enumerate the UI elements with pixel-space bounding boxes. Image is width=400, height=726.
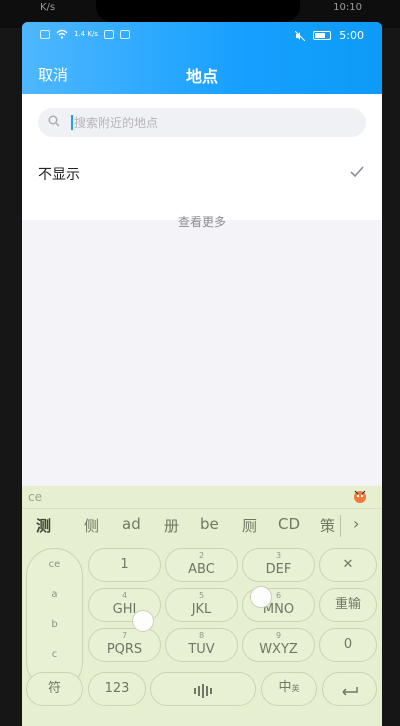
key-0[interactable]: 0 xyxy=(319,628,377,662)
voice-input-icon xyxy=(193,683,213,698)
location-option-hide[interactable]: 不显示 xyxy=(22,152,382,194)
notification-icon xyxy=(103,29,114,39)
symbol-key[interactable]: 符 xyxy=(26,672,83,706)
search-icon xyxy=(48,115,60,127)
key-1[interactable]: 1 xyxy=(88,548,161,582)
search-bar[interactable] xyxy=(38,108,366,137)
app-screen: 1.4 K/s 5:00 取消 地点 搜索附近的地点 不显示 查看更多 ce 测… xyxy=(22,22,382,726)
candidate-item[interactable]: 侧 xyxy=(84,515,99,536)
composition-text: ce xyxy=(28,490,42,504)
key-tuv[interactable]: 8 TUV xyxy=(165,628,238,662)
delete-key[interactable]: ✕ xyxy=(319,548,377,582)
candidate-item[interactable]: 厕 xyxy=(242,515,257,536)
status-bar: 1.4 K/s 5:00 xyxy=(22,26,382,46)
text-cursor xyxy=(71,115,73,130)
see-more-link[interactable]: 查看更多 xyxy=(22,213,382,230)
search-input[interactable] xyxy=(74,108,354,137)
key-pqrs[interactable]: 7 PQRS xyxy=(88,628,161,662)
candidate-item[interactable]: 测 xyxy=(36,515,51,536)
outer-status-time: 10:10 xyxy=(333,2,362,13)
outer-status-speed: K/s xyxy=(40,2,56,13)
touch-indicator xyxy=(132,610,154,632)
network-speed: 1.4 K/s xyxy=(74,29,98,38)
sim-icon xyxy=(40,29,50,39)
space-key[interactable] xyxy=(150,672,256,706)
pinyin-option[interactable]: a xyxy=(27,589,82,600)
language-switch-key[interactable]: 中英 xyxy=(261,672,317,706)
key-def[interactable]: 3 DEF xyxy=(242,548,315,582)
battery-icon xyxy=(313,31,332,40)
page-title: 地点 xyxy=(185,67,218,86)
expand-candidates-icon[interactable]: › xyxy=(353,514,359,533)
candidate-item[interactable]: ad xyxy=(122,515,141,533)
status-time: 5:00 xyxy=(339,29,364,42)
message-icon xyxy=(119,29,130,39)
app-header: 1.4 K/s 5:00 取消 地点 xyxy=(22,22,382,94)
pinyin-option[interactable]: ce xyxy=(27,559,82,570)
camera-notch xyxy=(96,0,300,22)
candidate-item[interactable]: CD xyxy=(278,515,300,533)
reenter-key[interactable]: 重输 xyxy=(319,588,377,622)
option-label: 不显示 xyxy=(38,167,80,183)
mute-icon xyxy=(295,30,306,41)
pinyin-option[interactable]: b xyxy=(27,619,82,630)
pinyin-column[interactable]: ce a b c xyxy=(26,548,83,690)
key-abc[interactable]: 2 ABC xyxy=(165,548,238,582)
keyboard: ce 测 侧 ad 册 be 厕 CD 策 › ce a b c 1 2 ABC… xyxy=(22,486,382,726)
pinyin-option[interactable]: c xyxy=(27,649,82,660)
candidate-divider xyxy=(340,515,341,537)
checkmark-icon xyxy=(350,166,364,178)
wifi-icon xyxy=(56,29,68,39)
enter-icon xyxy=(341,687,358,696)
key-wxyz[interactable]: 9 WXYZ xyxy=(242,628,315,662)
phone-frame: K/s 10:10 1.4 K/s 5:00 取消 地点 搜索附近的地点 不显示… xyxy=(0,0,400,726)
numbers-key[interactable]: 123 xyxy=(88,672,146,706)
key-jkl[interactable]: 5 JKL xyxy=(165,588,238,622)
touch-indicator xyxy=(250,586,272,608)
enter-key[interactable] xyxy=(322,672,377,706)
candidate-item[interactable]: be xyxy=(200,515,219,533)
keyboard-logo-icon[interactable] xyxy=(352,488,368,504)
candidate-item[interactable]: 策 xyxy=(320,515,335,536)
candidate-item[interactable]: 册 xyxy=(164,515,179,536)
candidate-bar: 测 侧 ad 册 be 厕 CD 策 › xyxy=(22,508,382,542)
